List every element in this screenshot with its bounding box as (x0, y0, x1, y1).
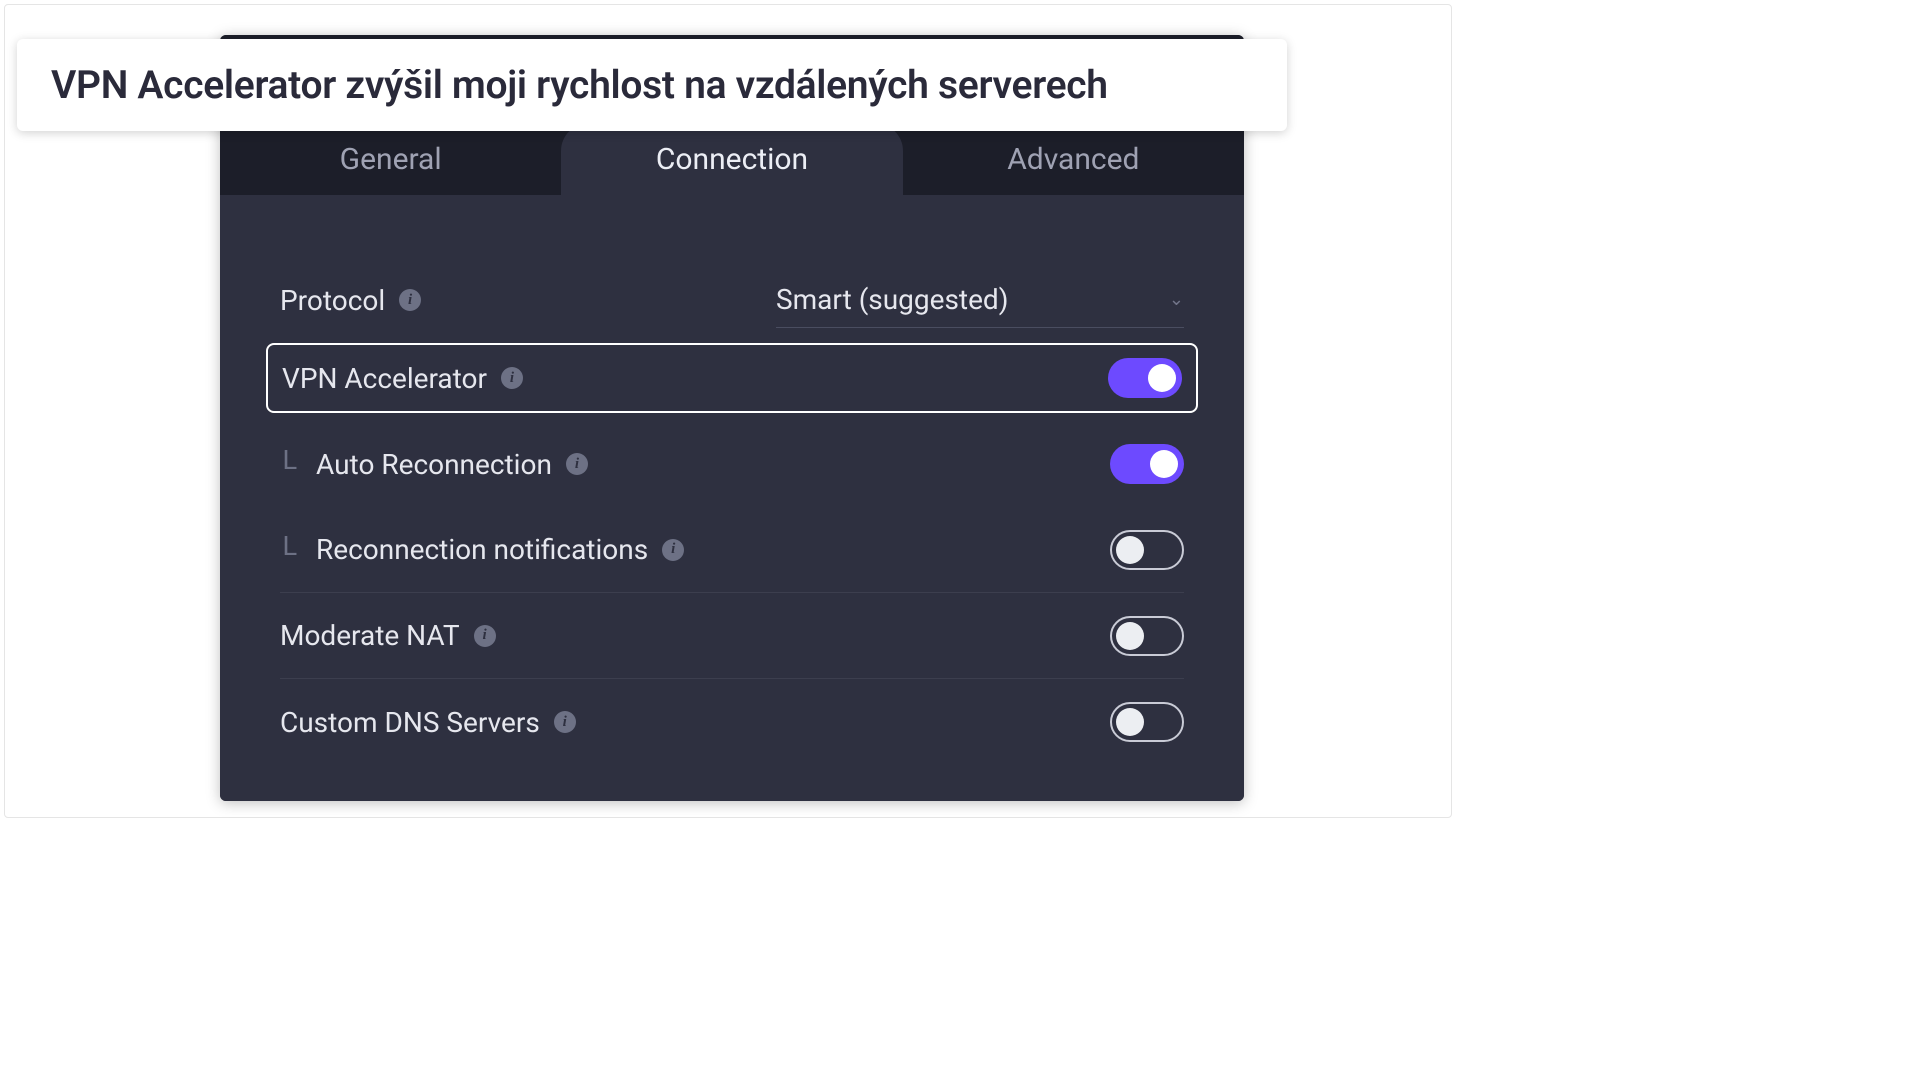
caption-callout: VPN Accelerator zvýšil moji rychlost na … (17, 39, 1287, 131)
auto-reconnection-row: L Auto Reconnection i (280, 421, 1184, 507)
auto-reconnection-label: Auto Reconnection (316, 448, 552, 481)
custom-dns-toggle[interactable] (1110, 702, 1184, 742)
tree-mark-icon: L (282, 446, 298, 476)
chevron-down-icon: ⌄ (1169, 289, 1184, 310)
protocol-label: Protocol (280, 284, 385, 317)
reconnection-notifications-toggle[interactable] (1110, 530, 1184, 570)
vpn-accelerator-toggle[interactable] (1108, 358, 1182, 398)
custom-dns-label: Custom DNS Servers (280, 706, 540, 739)
moderate-nat-row: Moderate NAT i (280, 593, 1184, 679)
info-icon[interactable]: i (474, 625, 496, 647)
custom-dns-row: Custom DNS Servers i (280, 679, 1184, 765)
vpn-accelerator-row: VPN Accelerator i (266, 343, 1198, 413)
info-icon[interactable]: i (399, 289, 421, 311)
settings-window: General Connection Advanced Protocol i S… (220, 35, 1244, 801)
tab-advanced[interactable]: Advanced (903, 123, 1244, 195)
reconnection-notifications-row: L Reconnection notifications i (280, 507, 1184, 593)
page-frame: General Connection Advanced Protocol i S… (4, 4, 1452, 818)
connection-panel: Protocol i Smart (suggested) ⌄ VPN Accel… (220, 195, 1244, 801)
reconnection-notifications-label: Reconnection notifications (316, 533, 648, 566)
info-icon[interactable]: i (501, 367, 523, 389)
protocol-row: Protocol i Smart (suggested) ⌄ (280, 255, 1184, 345)
info-icon[interactable]: i (566, 453, 588, 475)
moderate-nat-toggle[interactable] (1110, 616, 1184, 656)
info-icon[interactable]: i (662, 539, 684, 561)
moderate-nat-label: Moderate NAT (280, 619, 460, 652)
protocol-dropdown[interactable]: Smart (suggested) ⌄ (776, 272, 1184, 328)
tab-connection[interactable]: Connection (561, 123, 902, 195)
auto-reconnection-toggle[interactable] (1110, 444, 1184, 484)
protocol-value: Smart (suggested) (776, 283, 1008, 316)
tree-mark-icon: L (282, 532, 298, 562)
tab-general[interactable]: General (220, 123, 561, 195)
caption-text: VPN Accelerator zvýšil moji rychlost na … (51, 62, 1108, 108)
vpn-accelerator-label: VPN Accelerator (282, 362, 487, 395)
info-icon[interactable]: i (554, 711, 576, 733)
